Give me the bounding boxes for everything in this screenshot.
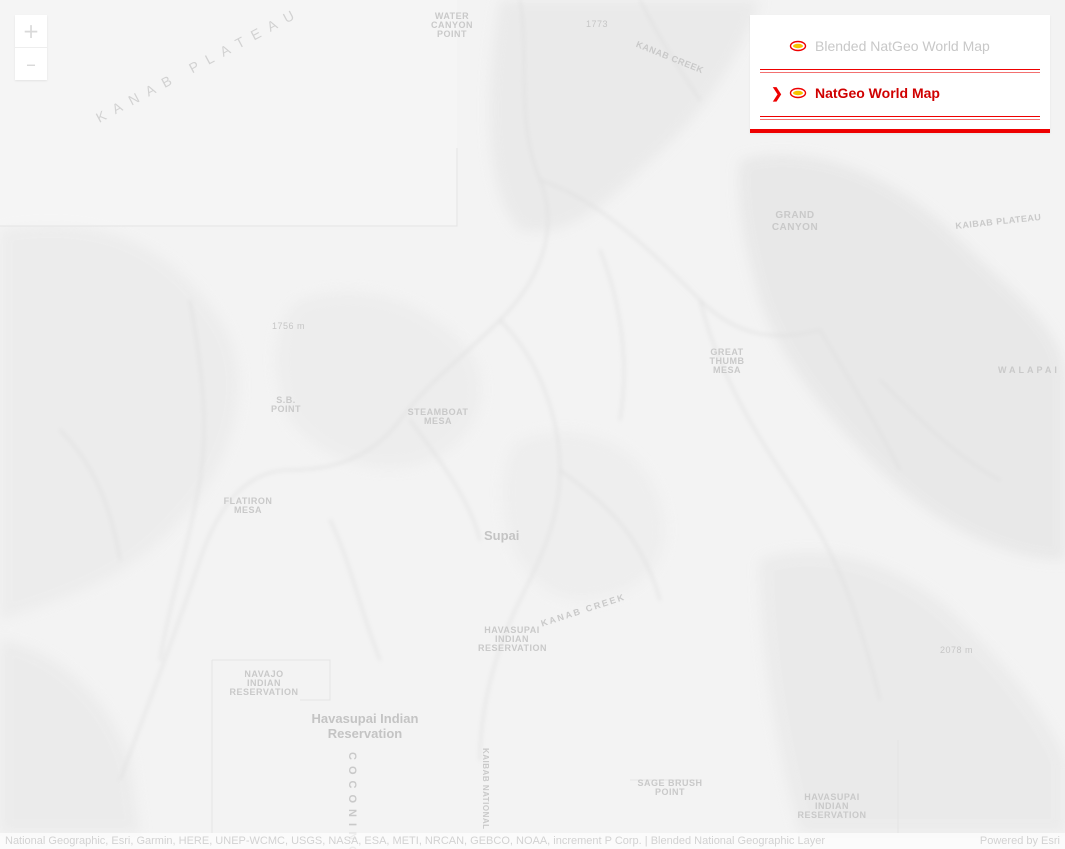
eye-icon[interactable] xyxy=(789,40,807,52)
navajo-reservation-label: NAVAJO INDIAN RESERVATION xyxy=(229,669,299,697)
attribution-bar: National Geographic, Esri, Garmin, HERE,… xyxy=(0,833,1065,849)
powered-by-esri-link[interactable]: Powered by Esri xyxy=(980,835,1065,847)
grand-canyon-label: GRAND CANYON xyxy=(771,210,819,233)
elevation-1773-label: 1773 xyxy=(586,19,609,29)
layer-item-blended-natgeo[interactable]: ❯ Blended NatGeo World Map xyxy=(760,24,1040,73)
havasupai-reservation-se-label: HAVASUPAI INDIAN RESERVATION xyxy=(797,792,867,820)
kaibab-national-forest-label: KAIBAB NATIONAL xyxy=(481,748,490,830)
steamboat-mesa-label: STEAMBOAT MESA xyxy=(407,407,469,426)
water-canyon-point-label: WATER CANYON POINT xyxy=(430,11,473,39)
great-thumb-mesa-label: GREAT THUMB MESA xyxy=(709,347,745,375)
havasupai-reservation-label: Havasupai Indian Reservation xyxy=(311,711,419,741)
havasupai-reservation-east-label: HAVASUPAI INDIAN RESERVATION xyxy=(478,625,548,653)
elevation-1756-label: 1756 m xyxy=(272,321,306,331)
walapai-label: WALAPAI xyxy=(998,365,1060,375)
layer-title: NatGeo World Map xyxy=(815,85,940,101)
layer-item-natgeo-world-map[interactable]: ❯ NatGeo World Map xyxy=(760,71,1040,120)
elevation-2078-label: 2078 m xyxy=(940,645,974,655)
row-divider xyxy=(760,69,1040,70)
attribution-text[interactable]: National Geographic, Esri, Garmin, HERE,… xyxy=(0,835,825,847)
layer-title: Blended NatGeo World Map xyxy=(815,38,990,54)
zoom-out-button[interactable]: – xyxy=(15,47,47,80)
sage-brush-point-label: SAGE BRUSH POINT xyxy=(637,778,703,797)
sb-point-label: S.B. POINT xyxy=(270,395,301,414)
row-divider xyxy=(760,119,1040,120)
layer-list-panel: ❯ Blended NatGeo World Map ❯ NatGeo Worl… xyxy=(750,15,1050,133)
zoom-control: + – xyxy=(15,15,47,80)
row-divider xyxy=(760,116,1040,117)
eye-icon[interactable] xyxy=(789,87,807,99)
chevron-right-icon[interactable]: ❯ xyxy=(770,85,784,101)
zoom-in-button[interactable]: + xyxy=(15,15,47,47)
map-view[interactable]: KANAB PLATEAU WATER CANYON POINT 1773 KA… xyxy=(0,0,1065,849)
flatiron-mesa-label: FLATIRON MESA xyxy=(223,496,273,515)
supai-label: Supai xyxy=(484,528,520,543)
